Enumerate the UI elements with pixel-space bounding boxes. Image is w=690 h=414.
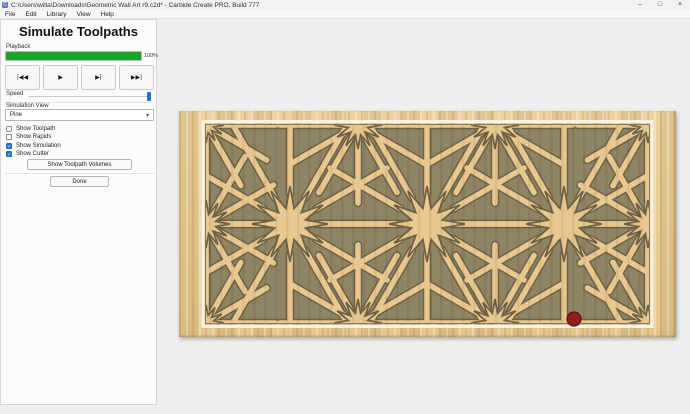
playback-label: Playback [6,44,30,50]
skip-to-start-icon: |◀◀ [17,74,28,81]
minimize-button[interactable]: – [630,0,650,10]
simulation-stock [179,111,676,337]
app-icon: C [2,2,8,8]
step-forward-button[interactable]: ▶| [81,65,116,90]
menu-library[interactable]: Library [42,10,72,19]
material-select[interactable]: Pine ▾ [5,109,154,121]
transport-controls: |◀◀ ▶ ▶| ▶▶| [5,65,154,90]
option-show-rapids[interactable]: Show Rapids [6,134,51,141]
playback-progress [5,51,142,61]
window-title: C:\Users\willa\Downloads\Geometric Wall … [11,2,630,9]
maximize-button[interactable]: □ [650,0,670,10]
speed-label: Speed [6,91,23,97]
play-button[interactable]: ▶ [43,65,78,90]
option-show-simulation[interactable]: ✓ Show Simulation [6,142,61,149]
close-button[interactable]: × [670,0,690,10]
cutter-indicator [567,312,581,326]
show-toolpath-label: Show Toolpath [16,126,55,132]
show-toolpath-checkbox[interactable] [6,126,12,132]
step-forward-icon: ▶| [95,74,102,81]
skip-to-end-button[interactable]: ▶▶| [119,65,154,90]
show-simulation-label: Show Simulation [16,143,61,149]
chevron-down-icon: ▾ [146,112,149,119]
simulation-render [179,111,676,337]
material-select-value: Pine [10,112,22,118]
simulate-toolpaths-panel: Simulate Toolpaths Playback 100% |◀◀ ▶ ▶… [0,19,157,405]
divider [5,173,154,174]
done-button[interactable]: Done [50,176,109,187]
menu-bar: File Edit Library View Help [0,10,690,19]
show-simulation-checkbox[interactable]: ✓ [6,143,12,149]
skip-to-start-button[interactable]: |◀◀ [5,65,40,90]
menu-view[interactable]: View [72,10,96,19]
menu-edit[interactable]: Edit [20,10,41,19]
title-bar: C C:\Users\willa\Downloads\Geometric Wal… [0,0,690,10]
show-rapids-label: Show Rapids [16,134,51,140]
menu-file[interactable]: File [0,10,20,19]
menu-help[interactable]: Help [96,10,119,19]
playback-percent: 100% [144,53,158,59]
app-window: C C:\Users\willa\Downloads\Geometric Wal… [0,0,690,414]
show-toolpath-volumes-button[interactable]: Show Toolpath Volumes [27,159,132,170]
skip-to-end-icon: ▶▶| [131,74,142,81]
speed-slider-handle[interactable] [147,92,151,101]
play-icon: ▶ [58,74,63,81]
show-rapids-checkbox[interactable] [6,134,12,140]
show-cutter-label: Show Cutter [16,151,49,157]
panel-title: Simulate Toolpaths [1,24,156,39]
window-controls: – □ × [630,0,690,10]
option-show-cutter[interactable]: ✓ Show Cutter [6,151,49,158]
option-show-toolpath[interactable]: Show Toolpath [6,125,55,132]
playback-progress-fill [6,52,141,60]
show-cutter-checkbox[interactable]: ✓ [6,151,12,157]
speed-slider-track[interactable] [28,96,149,97]
